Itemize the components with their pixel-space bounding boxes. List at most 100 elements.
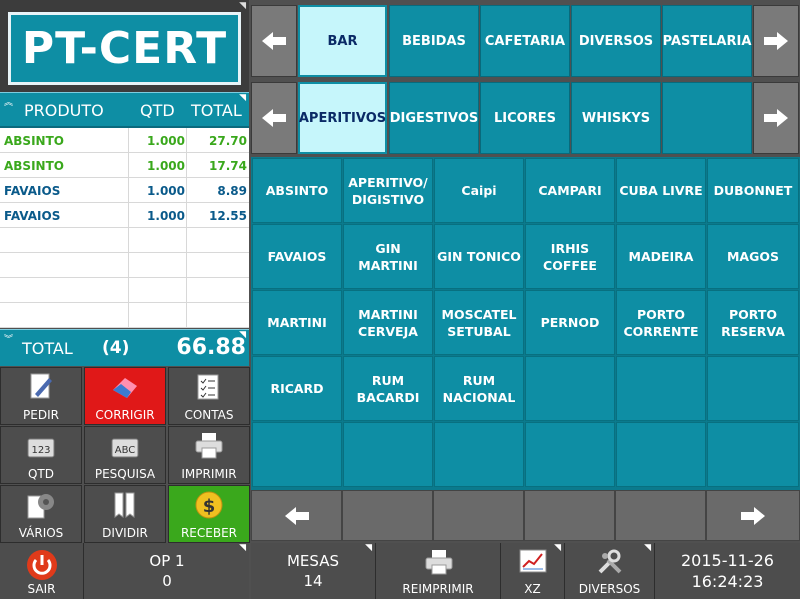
product-martini-cerveja[interactable]: MARTINI CERVEJA — [343, 290, 433, 355]
icon-wrap — [169, 431, 249, 461]
product-pager — [251, 490, 800, 541]
order-row[interactable] — [0, 228, 249, 253]
category-diversos[interactable]: DIVERSOS — [571, 5, 661, 77]
keyboard-abc-icon: ABC — [111, 438, 139, 458]
row-total: 17.74 — [209, 159, 247, 173]
product-empty — [343, 422, 433, 487]
category-digestivos[interactable]: DIGESTIVOS — [389, 82, 479, 154]
category-licores[interactable]: LICORES — [480, 82, 570, 154]
order-row[interactable] — [0, 278, 249, 303]
misc-button[interactable]: DIVERSOS ◥ — [564, 543, 654, 599]
total-count: (4) — [102, 338, 130, 358]
order-row[interactable]: FAVAIOS 1.000 8.89 — [0, 178, 249, 203]
row-total: 8.89 — [217, 184, 247, 198]
product-favaios[interactable]: FAVAIOS — [252, 224, 342, 289]
pos-screen: PT-CERT ◥ ︽ PRODUTO QTD TOTAL ◥ ABSINTO 1… — [0, 0, 800, 599]
row-total: 12.55 — [209, 209, 247, 223]
pager-blank — [615, 490, 706, 541]
function-label: DIVIDIR — [102, 526, 148, 540]
function-button-vários[interactable]: VÁRIOS — [0, 485, 82, 543]
page-next-button[interactable] — [706, 490, 800, 541]
product-gin-martini[interactable]: GIN MARTINI — [343, 224, 433, 289]
product-rum-nacional[interactable]: RUM NACIONAL — [434, 356, 524, 421]
tables-value: 14 — [303, 572, 323, 590]
row-qty: 1.000 — [147, 134, 185, 148]
xz-button[interactable]: XZ ◥ — [500, 543, 564, 599]
reprint-button[interactable]: REIMPRIMIR — [375, 543, 500, 599]
pager-blank — [433, 490, 524, 541]
function-button-qtd[interactable]: 123 QTD — [0, 426, 82, 484]
row-product: FAVAIOS — [4, 209, 61, 223]
logo: PT-CERT — [8, 12, 241, 85]
subcategory-prev-button[interactable] — [251, 82, 297, 154]
svg-text:123: 123 — [31, 445, 50, 456]
product-madeira[interactable]: MADEIRA — [616, 224, 706, 289]
function-button-dividir[interactable]: DIVIDIR — [84, 485, 166, 543]
subcategory-next-button[interactable] — [753, 82, 799, 154]
function-label: PESQUISA — [94, 467, 156, 481]
function-button-imprimir[interactable]: IMPRIMIR — [168, 426, 250, 484]
exit-button[interactable]: SAIR — [0, 543, 84, 599]
function-button-pedir[interactable]: PEDIR — [0, 367, 82, 425]
category-pastelaria[interactable]: PASTELARIA — [662, 5, 752, 77]
corner-arrow-icon: ◥ — [239, 543, 246, 553]
corner-arrow-icon: ◥ — [365, 543, 372, 553]
order-row[interactable] — [0, 303, 249, 328]
scroll-up-icon[interactable]: ︽ — [4, 95, 13, 108]
function-label: CORRIGIR — [95, 408, 155, 422]
header-total: TOTAL — [191, 101, 242, 120]
arrow-left-icon — [262, 32, 286, 50]
corner-arrow-icon: ◥ — [239, 330, 246, 340]
function-button-contas[interactable]: CONTAS — [168, 367, 250, 425]
bottom-left-bar: SAIR OP 1 0 ◥ — [0, 543, 249, 599]
product-aperitivo-digistivo[interactable]: APERITIVO/ DIGISTIVO — [343, 158, 433, 223]
product-pernod[interactable]: PERNOD — [525, 290, 615, 355]
product-magos[interactable]: MAGOS — [707, 224, 799, 289]
product-ricard[interactable]: RICARD — [252, 356, 342, 421]
order-row[interactable]: FAVAIOS 1.000 12.55 — [0, 203, 249, 228]
category-prev-button[interactable] — [251, 5, 297, 77]
operator-box[interactable]: OP 1 0 ◥ — [85, 543, 249, 599]
order-list[interactable]: ABSINTO 1.000 27.70 ABSINTO 1.000 17.74 FAVAIO… — [0, 128, 249, 328]
product-cuba-livre[interactable]: CUBA LIVRE — [616, 158, 706, 223]
product-absinto[interactable]: ABSINTO — [252, 158, 342, 223]
category-next-button[interactable] — [753, 5, 799, 77]
corner-arrow-icon: ◥ — [554, 543, 561, 553]
category-cafetaria[interactable]: CAFETARIA — [480, 5, 570, 77]
logo-area: PT-CERT ◥ — [0, 0, 249, 92]
scroll-down-icon[interactable]: ︾ — [4, 332, 13, 345]
function-button-receber[interactable]: $ RECEBER — [168, 485, 250, 543]
category-bebidas[interactable]: BEBIDAS — [389, 5, 479, 77]
product-porto-corrente[interactable]: PORTO CORRENTE — [616, 290, 706, 355]
order-row[interactable] — [0, 253, 249, 278]
total-value: 66.88 — [176, 335, 246, 360]
product-porto-reserva[interactable]: PORTO RESERVA — [707, 290, 799, 355]
page-prev-button[interactable] — [251, 490, 342, 541]
product-rum-bacardi[interactable]: RUM BACARDI — [343, 356, 433, 421]
category-bar[interactable]: BAR — [298, 5, 387, 77]
product-caipi[interactable]: Caipi — [434, 158, 524, 223]
product-gin-tonico[interactable]: GIN TONICO — [434, 224, 524, 289]
product-dubonnet[interactable]: DUBONNET — [707, 158, 799, 223]
tables-button[interactable]: MESAS 14 ◥ — [251, 543, 375, 599]
product-moscatel-setubal[interactable]: MOSCATEL SETUBAL — [434, 290, 524, 355]
datetime-display: 2015-11-26 16:24:23 — [654, 543, 800, 599]
arrow-right-icon — [764, 32, 788, 50]
exit-label: SAIR — [27, 582, 56, 596]
date-text: 2015-11-26 — [681, 551, 774, 570]
product-martini[interactable]: MARTINI — [252, 290, 342, 355]
category-aperitivos[interactable]: APERITIVOS — [298, 82, 387, 154]
arrow-right-icon — [741, 506, 765, 525]
row-product: ABSINTO — [4, 134, 64, 148]
order-row[interactable]: ABSINTO 1.000 17.74 — [0, 153, 249, 178]
icon-wrap — [1, 372, 81, 402]
order-row[interactable]: ABSINTO 1.000 27.70 — [0, 128, 249, 153]
function-button-pesquisa[interactable]: ABC PESQUISA — [84, 426, 166, 484]
product-campari[interactable]: CAMPARI — [525, 158, 615, 223]
category-whiskys[interactable]: WHISKYS — [571, 82, 661, 154]
function-button-corrigir[interactable]: CORRIGIR — [84, 367, 166, 425]
product-irhis-coffee[interactable]: IRHIS COFFEE — [525, 224, 615, 289]
row-qty: 1.000 — [147, 184, 185, 198]
icon-wrap — [169, 372, 249, 402]
misc-label: DIVERSOS — [578, 582, 641, 596]
